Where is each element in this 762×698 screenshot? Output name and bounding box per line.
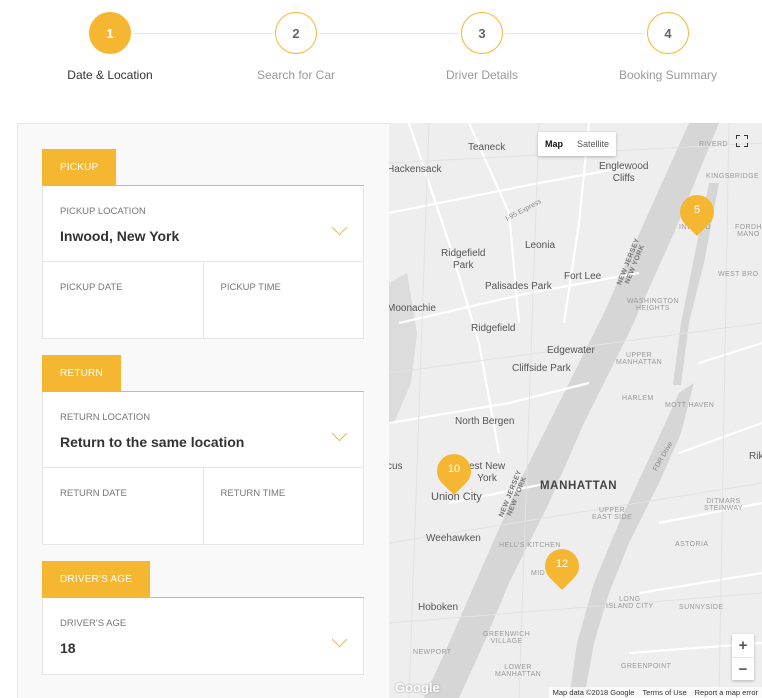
return-time-field[interactable]: RETURN TIME [202,468,364,544]
step-driver-details[interactable]: 3 Driver Details [407,12,557,82]
map-place-label: Hoboken [418,602,459,613]
drivers-age-box: DRIVER'S AGE 18 [42,598,364,675]
map-place-label: RIVERD [699,141,728,148]
map-place-label: WEST BRO [718,271,759,278]
map-marker[interactable]: 5 [672,187,722,237]
map-place-label: SUNNYSIDE [679,604,724,611]
map-place-label: Englewood Cliffs [599,161,649,184]
map-place-label: UPPER MANHATTAN [616,352,663,366]
map-data-credit: Map data ©2018 Google [552,688,635,697]
pickup-date-label: PICKUP DATE [60,282,123,293]
map-place-label: Ridgefield Park [441,248,486,271]
map-place-label: Weehawken [426,533,481,544]
zoom-control: + − [732,634,754,680]
map-place-label: GREENPOINT [621,663,672,670]
map-place-label: Ridgefield [471,323,516,334]
map-attribution: Map data ©2018 Google Terms of Use Repor… [548,687,762,698]
map-place-label: est New York [469,461,506,484]
map-place-label: HARLEM [622,395,654,402]
map-place-label: ASTORIA [675,541,709,548]
map-place-label: MANHATTAN [540,480,618,492]
booking-stepper: 1 Date & Location 2 Search for Car 3 Dri… [0,0,762,100]
map-place-label: MOTT HAVEN [665,402,715,409]
pickup-location-select[interactable]: PICKUP LOCATION Inwood, New York [43,186,363,262]
map-place-label: Fort Lee [564,271,602,282]
map-place-label: UPPER EAST SIDE [592,507,633,521]
map-marker[interactable]: 12 [537,541,587,591]
zoom-in-button[interactable]: + [732,634,754,657]
map-place-label: Edgewater [547,345,595,356]
step-label: Date & Location [67,68,153,82]
terms-of-use-link[interactable]: Terms of Use [642,688,686,697]
drivers-age-section-header: DRIVER'S AGE [42,561,151,598]
pickup-date-field[interactable]: PICKUP DATE [43,262,203,338]
step-label: Driver Details [445,68,518,82]
map-place-label: FORDH MANO [735,224,762,238]
map-place-label: MID [531,570,546,577]
step-search-for-car[interactable]: 2 Search for Car [221,12,371,82]
return-location-select[interactable]: RETURN LOCATION Return to the same locat… [43,392,363,468]
map-place-label: DITMARS STEINWAY [704,498,743,512]
map-place-label: NEWPORT [413,649,452,656]
step-number: 2 [275,12,317,54]
map-type-control: Map Satellite [538,132,617,156]
return-box: RETURN LOCATION Return to the same locat… [42,392,364,545]
chevron-down-icon [331,631,348,648]
pickup-time-label: PICKUP TIME [220,282,281,293]
step-date-location[interactable]: 1 Date & Location [35,12,185,82]
map-place-label: Cliffside Park [512,363,571,374]
map-place-label: HELL'S KITCHEN [499,542,561,549]
map-place-label: LOWER MANHATTAN [495,664,542,678]
map-marker[interactable]: 10 [429,446,479,496]
map-view[interactable]: Map Satellite Teaneck Hackensack Englewo… [389,123,762,698]
drivers-age-value: 18 [60,640,76,656]
step-label: Booking Summary [618,68,718,82]
drivers-age-label: DRIVER'S AGE [60,618,127,629]
booking-form-panel: PICKUP PICKUP LOCATION Inwood, New York … [17,123,389,698]
report-map-error-link[interactable]: Report a map error [695,688,758,697]
pickup-location-value: Inwood, New York [60,228,180,244]
return-time-label: RETURN TIME [220,488,286,499]
pickup-time-field[interactable]: PICKUP TIME [202,262,364,338]
map-place-label: Teaneck [468,142,506,153]
marker-count: 12 [555,558,569,570]
map-place-label: GREENWICH VILLAGE [483,631,531,645]
return-location-label: RETURN LOCATION [60,412,151,423]
map-place-label: cus [389,461,403,472]
return-location-value: Return to the same location [60,434,245,450]
pickup-location-label: PICKUP LOCATION [60,206,146,217]
map-place-label: Moonachie [389,303,436,314]
step-number: 3 [461,12,503,54]
pickup-box: PICKUP LOCATION Inwood, New York PICKUP … [42,186,364,339]
drivers-age-select[interactable]: DRIVER'S AGE 18 [43,598,363,674]
map-place-label: Union City [431,491,482,503]
return-date-label: RETURN DATE [60,488,127,499]
chevron-down-icon [331,425,348,442]
map-place-label: Palisades Park [485,281,552,292]
chevron-down-icon [331,219,348,236]
map-place-label: Leonia [525,240,556,251]
marker-count: 5 [693,204,701,216]
fullscreen-icon[interactable] [736,135,748,147]
step-label: Search for Car [256,68,336,82]
step-booking-summary[interactable]: 4 Booking Summary [593,12,743,82]
return-section-header: RETURN [42,355,121,392]
map-place-label: Rik [749,451,762,462]
step-number: 4 [647,12,689,54]
google-logo: Google [395,680,440,695]
step-number: 1 [89,12,131,54]
map-place-label: WASHINGTON HEIGHTS [627,298,679,312]
map-type-satellite-button[interactable]: Satellite [570,132,616,156]
zoom-out-button[interactable]: − [732,657,754,680]
marker-count: 10 [447,463,461,475]
map-place-label: KINGSBRIDGE [706,173,760,180]
return-date-field[interactable]: RETURN DATE [43,468,203,544]
map-place-label: Hackensack [389,164,442,175]
map-type-map-button[interactable]: Map [538,132,570,156]
map-place-label: North Bergen [455,416,515,427]
map-place-label: LONG ISLAND CITY [606,596,654,610]
pickup-section-header: PICKUP [42,149,117,186]
